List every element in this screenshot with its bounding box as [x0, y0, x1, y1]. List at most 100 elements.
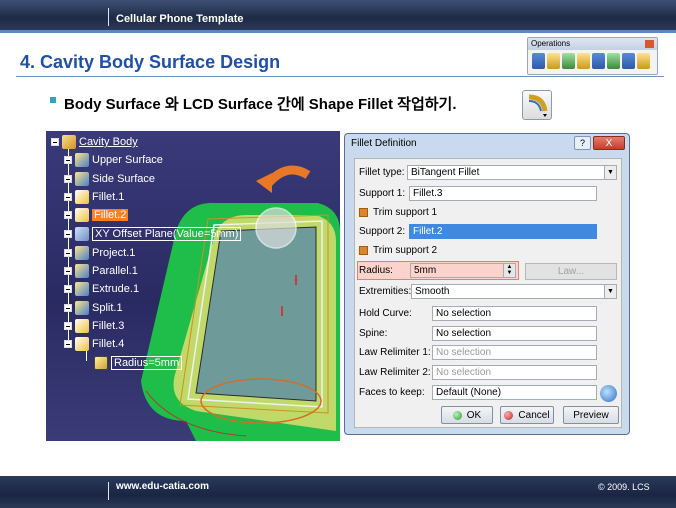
expand-icon[interactable]	[64, 267, 72, 275]
support1-field[interactable]: Fillet.3	[409, 186, 597, 201]
untrim-icon[interactable]	[562, 53, 575, 69]
bullet-marker	[50, 97, 56, 103]
ok-button[interactable]: OK	[441, 406, 493, 424]
ok-label: OK	[466, 409, 482, 421]
radius-label: Radius:	[359, 265, 393, 276]
spine-field[interactable]: No selection	[432, 326, 597, 341]
extract-icon[interactable]	[637, 53, 650, 69]
law-relimiter1-label: Law Relimiter 1:	[359, 347, 431, 358]
header-divider	[108, 8, 109, 26]
tree-item-label: Parallel.1	[92, 265, 138, 277]
dialog-title: Fillet Definition	[351, 138, 417, 149]
support2-field[interactable]: Fillet.2	[409, 224, 597, 239]
expand-icon[interactable]	[64, 211, 72, 219]
expand-icon[interactable]	[64, 249, 72, 257]
fillet-type-select[interactable]: BiTangent Fillet ▼	[407, 165, 617, 180]
tree-item-label: Fillet.3	[92, 320, 125, 332]
tree-item-label: XY Offset Plane(Value=5mm)	[92, 227, 242, 241]
extrude-icon	[75, 282, 89, 296]
tree-item-label-selected: Fillet.2	[92, 209, 129, 221]
law-relimiter1-field[interactable]: No selection	[432, 345, 597, 360]
extremities-label: Extremities:	[359, 286, 412, 297]
hold-curve-label: Hold Curve:	[359, 308, 412, 319]
tree-item-extrude-1[interactable]: Extrude.1	[64, 281, 139, 297]
disassemble-icon[interactable]	[577, 53, 590, 69]
tree-item-side-surface[interactable]: Side Surface	[64, 171, 155, 187]
extremities-value: Smooth	[415, 286, 450, 297]
chevron-down-icon: ▼	[604, 166, 616, 179]
spinner-arrows-icon[interactable]: ▲ ▼	[503, 264, 515, 277]
tree-item-fillet-2[interactable]: Fillet.2	[64, 207, 129, 223]
heal-icon[interactable]	[547, 53, 560, 69]
tree-item-label: Fillet.4	[92, 338, 125, 350]
tree-item-fillet-3[interactable]: Fillet.3	[64, 318, 124, 334]
fillet-type-label: Fillet type:	[359, 167, 405, 178]
split-icon[interactable]	[592, 53, 605, 69]
footer-divider	[108, 482, 109, 500]
fillet-type-value: BiTangent Fillet	[411, 167, 480, 178]
fillet-icon	[75, 319, 89, 333]
expand-icon[interactable]	[64, 322, 72, 330]
expand-icon[interactable]	[64, 230, 72, 238]
law-relimiter2-label: Law Relimiter 2:	[359, 367, 431, 378]
collapse-icon[interactable]	[64, 340, 72, 348]
join-icon[interactable]	[532, 53, 545, 69]
trim-icon[interactable]	[607, 53, 620, 69]
trim-support-2-checkbox[interactable]: Trim support 2	[359, 242, 437, 259]
radius-value: 5mm	[414, 265, 437, 276]
tree-item-project-1[interactable]: Project.1	[64, 245, 135, 261]
tree-item-label: Fillet.1	[92, 191, 125, 203]
close-icon[interactable]: X	[593, 136, 625, 150]
support1-label: Support 1:	[359, 188, 406, 199]
dialog-panel: Fillet type: BiTangent Fillet ▼ Support …	[354, 158, 622, 428]
checkbox-icon	[359, 246, 368, 255]
tree-item-label: Side Surface	[92, 173, 155, 185]
tree-item-upper-surface[interactable]: Upper Surface	[64, 152, 163, 168]
split-icon	[75, 301, 89, 315]
expand-icon[interactable]	[64, 304, 72, 312]
tree-item-fillet-1[interactable]: Fillet.1	[64, 189, 124, 205]
tree-item-radius-param[interactable]: Radius=5mm	[94, 355, 183, 371]
catia-3d-viewport[interactable]: Cavity Body Upper Surface Side Surface F…	[46, 131, 340, 441]
surface-icon	[75, 153, 89, 167]
collapse-icon[interactable]	[51, 138, 59, 146]
radius-spinner[interactable]: 5mm ▲ ▼	[410, 263, 516, 278]
trim-support-1-checkbox[interactable]: Trim support 1	[359, 204, 437, 221]
boundary-icon[interactable]	[622, 53, 635, 69]
shape-fillet-icon[interactable]	[522, 90, 552, 120]
cancel-button[interactable]: Cancel	[500, 406, 554, 424]
faces-selector-icon[interactable]	[600, 385, 617, 402]
expand-icon[interactable]	[64, 193, 72, 201]
help-icon[interactable]: ?	[574, 136, 591, 150]
expand-icon[interactable]	[64, 175, 72, 183]
extremities-select[interactable]: Smooth ▼	[411, 284, 617, 299]
surface-icon	[75, 172, 89, 186]
footer-url[interactable]: www.edu-catia.com	[116, 481, 209, 492]
operations-toolbar: Operations	[527, 37, 658, 75]
tree-root-cavity-body[interactable]: Cavity Body	[51, 134, 138, 150]
toolbar-close-icon[interactable]	[645, 40, 654, 48]
tree-item-parallel-1[interactable]: Parallel.1	[64, 263, 138, 279]
chevron-down-icon: ▼	[604, 285, 616, 298]
project-icon	[75, 246, 89, 260]
tree-item-split-1[interactable]: Split.1	[64, 300, 123, 316]
slide-header-bar: Cellular Phone Template	[0, 0, 676, 30]
law-button[interactable]: Law...	[525, 263, 617, 280]
expand-icon[interactable]	[64, 285, 72, 293]
operations-toolbar-title: Operations	[528, 38, 657, 50]
spine-label: Spine:	[359, 328, 388, 339]
tree-item-fillet-4[interactable]: Fillet.4	[64, 336, 124, 352]
slide-title: 4. Cavity Body Surface Design	[20, 52, 281, 72]
law-relimiter2-field[interactable]: No selection	[432, 365, 597, 380]
fillet-icon	[75, 208, 89, 222]
preview-button[interactable]: Preview	[563, 406, 619, 424]
title-underline	[16, 76, 664, 77]
hold-curve-field[interactable]: No selection	[432, 306, 597, 321]
tree-item-label: Project.1	[92, 247, 136, 259]
expand-icon[interactable]	[64, 156, 72, 164]
copyright-text: © 2009. LCS	[598, 482, 650, 492]
faces-to-keep-field[interactable]: Default (None)	[432, 385, 597, 400]
checkbox-icon	[359, 208, 368, 217]
tree-item-label: Upper Surface	[92, 154, 163, 166]
tree-item-xy-offset-plane[interactable]: XY Offset Plane(Value=5mm)	[64, 226, 242, 242]
